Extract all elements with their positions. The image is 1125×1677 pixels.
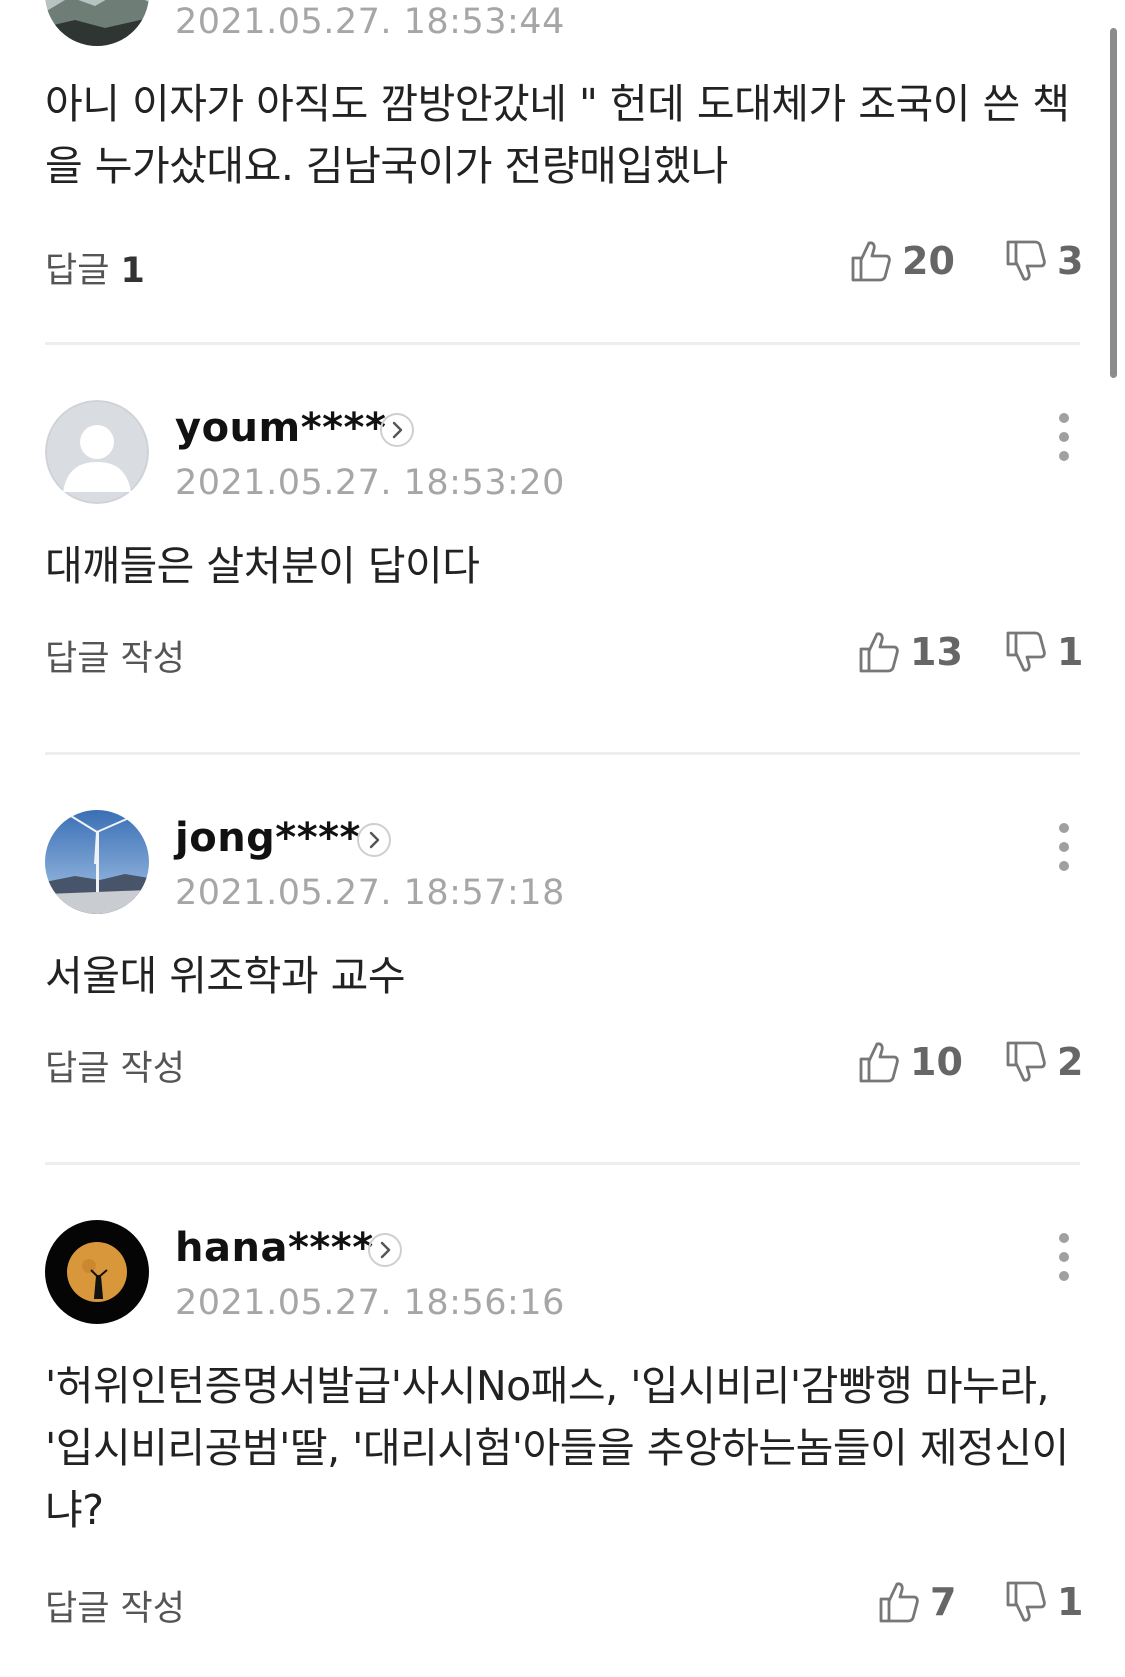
dislike-count: 1 (1057, 630, 1084, 674)
reply-count: 1 (120, 251, 145, 291)
more-vertical-icon[interactable] (1052, 823, 1076, 883)
comment-timestamp: 2021.05.27. 18:53:20 (175, 463, 565, 503)
dislike-button[interactable]: 1 (1005, 627, 1083, 677)
thumbs-up-icon (859, 1042, 899, 1083)
avatar[interactable] (45, 1220, 149, 1324)
comment-text: 아니 이자가 아직도 깜방안갔네 " 헌데 도대체가 조국이 쓴 책을 누가샀대… (45, 80, 1070, 190)
like-count: 7 (930, 1580, 957, 1624)
avatar[interactable] (45, 400, 149, 504)
thumbs-down-icon (1006, 631, 1046, 672)
more-vertical-icon[interactable] (1052, 1233, 1076, 1293)
reply-button[interactable]: 답글 1 (45, 242, 145, 293)
like-button[interactable]: 20 (850, 236, 955, 286)
comment-text: 대깨들은 살처분이 답이다 (45, 542, 480, 590)
more-vertical-icon[interactable] (1052, 413, 1076, 473)
dislike-button[interactable]: 1 (1005, 1577, 1083, 1627)
dislike-button[interactable]: 2 (1005, 1037, 1083, 1087)
comment-username[interactable]: hana**** (175, 1225, 374, 1271)
comment-timestamp: 2021.05.27. 18:56:16 (175, 1283, 565, 1323)
chevron-right-icon[interactable] (380, 413, 414, 447)
dislike-button[interactable]: 3 (1005, 236, 1083, 286)
comment-text: 서울대 위조학과 교수 (45, 952, 406, 1000)
dislike-count: 3 (1057, 239, 1084, 283)
comment-timestamp: 2021.05.27. 18:57:18 (175, 873, 565, 913)
comment-item: jong**** 2021.05.27. 18:57:18 서울대 위조학과 교… (0, 755, 1125, 1165)
avatar[interactable] (45, 810, 149, 914)
chevron-right-icon[interactable] (368, 1233, 402, 1267)
comment-timestamp: 2021.05.27. 18:53:44 (175, 2, 565, 42)
reply-button[interactable]: 답글 작성 (45, 1580, 185, 1631)
like-button[interactable]: 13 (858, 627, 963, 677)
thumbs-down-icon (1006, 1041, 1046, 1082)
comment-item: youm**** 2021.05.27. 18:53:20 대깨들은 살처분이 … (0, 345, 1125, 755)
reply-button[interactable]: 답글 작성 (45, 630, 185, 681)
chevron-right-icon[interactable] (357, 823, 391, 857)
like-button[interactable]: 10 (858, 1037, 963, 1087)
comment-item: hana**** 2021.05.27. 18:56:16 '허위인턴증명서발급… (0, 1165, 1125, 1677)
like-button[interactable]: 7 (878, 1577, 956, 1627)
comment-username[interactable]: youm**** (175, 405, 386, 451)
avatar[interactable] (45, 0, 149, 46)
comment-text: '허위인턴증명서발급'사시No패스, '입시비리'감빵행 마누라, '입시비리공… (45, 1362, 1069, 1534)
comment-username[interactable]: jong**** (175, 815, 361, 861)
like-count: 20 (902, 239, 955, 283)
thumbs-up-icon (851, 241, 891, 282)
thumbs-down-icon (1006, 240, 1046, 281)
like-count: 13 (910, 630, 963, 674)
reply-label: 답글 (45, 251, 110, 291)
comment-item: 2021.05.27. 18:53:44 아니 이자가 아직도 깜방안갔네 " … (0, 0, 1125, 345)
thumbs-down-icon (1006, 1581, 1046, 1622)
dislike-count: 1 (1057, 1580, 1084, 1624)
thumbs-up-icon (859, 632, 899, 673)
dislike-count: 2 (1057, 1040, 1084, 1084)
like-count: 10 (910, 1040, 963, 1084)
thumbs-up-icon (879, 1582, 919, 1623)
reply-button[interactable]: 답글 작성 (45, 1040, 185, 1091)
